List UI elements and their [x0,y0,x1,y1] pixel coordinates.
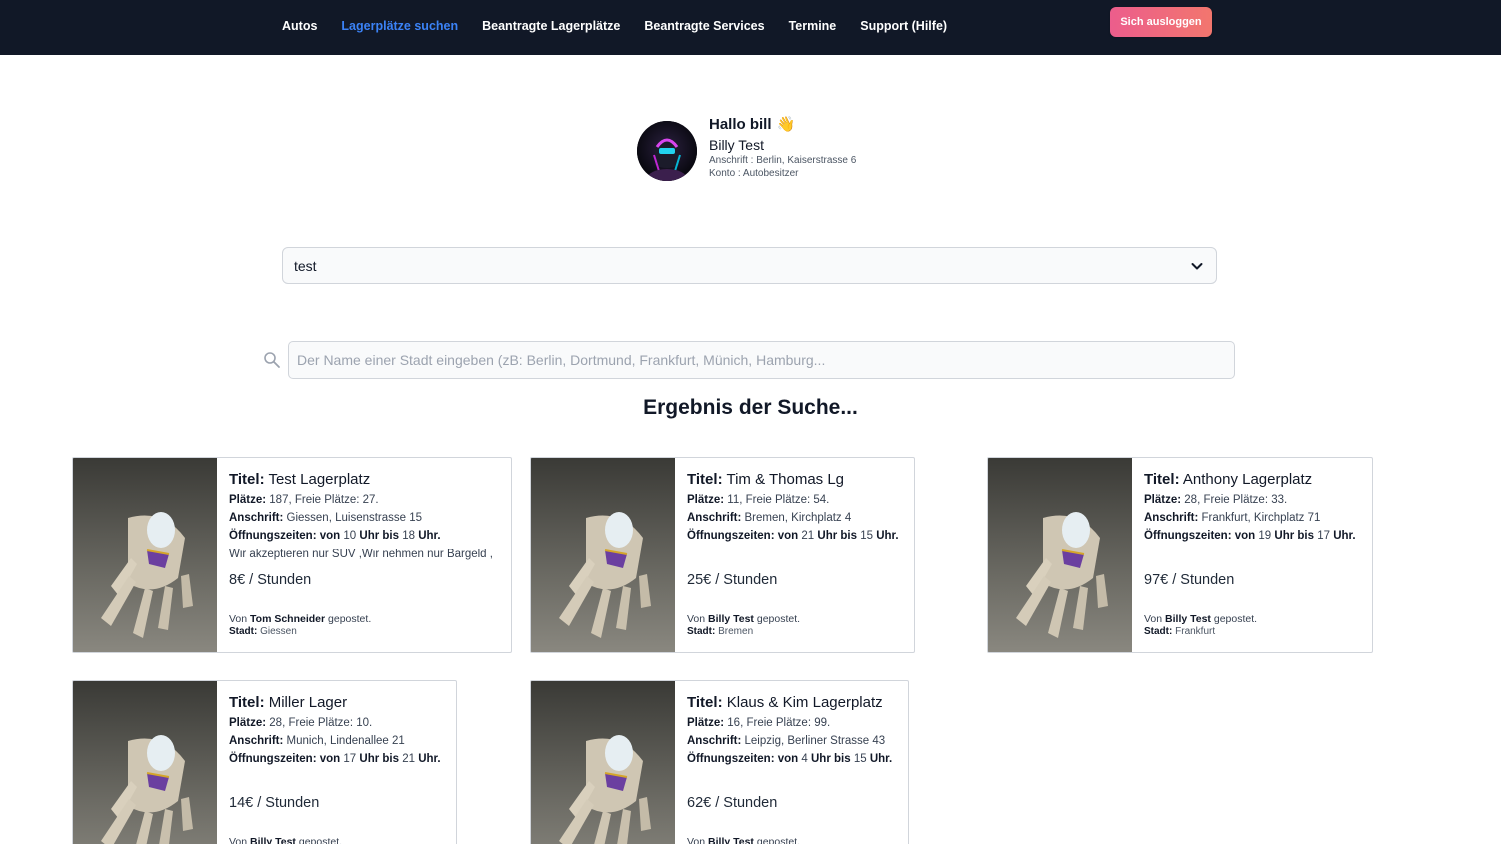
storage-image [531,458,675,652]
card-places: Plätze: 28, Freie Plätze: 10. [229,717,373,729]
card-body: Titel: Klaus & Kim Lagerplatz Plätze: 16… [687,694,900,765]
card-price: 14€ / Stunden [229,795,320,811]
card-hours: Öffnungszeiten: von 17 Uhr bis 21 Uhr. [229,753,441,765]
card-title: Titel: Miller Lager [229,694,348,711]
profile-account: Konto : Autobesitzer [709,168,799,179]
card-hours: Öffnungszeiten: von 19 Uhr bis 17 Uhr. [1144,530,1356,542]
nav-link-termine[interactable]: Termine [789,19,837,33]
card-places: Plätze: 28, Freie Plätze: 33. [1144,494,1288,506]
card-posted-by: Von Billy Test gepostet. [687,836,801,844]
card-address: Anschrift: Munich, Lindenallee 21 [229,735,405,747]
card-title: Titel: Tim & Thomas Lg [687,471,845,488]
card-places: Plätze: 16, Freie Plätze: 99. [687,717,831,729]
profile-text: Hallo bill 👋 Billy Test Anschrift : Berl… [709,115,949,180]
waving-hand-icon: 👋 [776,116,796,133]
top-navbar: Autos Lagerplätze suchen Beantragte Lage… [0,0,1501,55]
card-title: Titel: Klaus & Kim Lagerplatz [687,694,883,711]
greeting-text: Hallo bill [709,115,772,133]
card-hours: Öffnungszeiten: von 21 Uhr bis 15 Uhr. [687,530,899,542]
profile-name: Billy Test [709,137,764,153]
card-body: Titel: Anthony Lagerplatz Plätze: 28, Fr… [1144,471,1364,542]
storage-image [531,681,675,844]
storage-card[interactable]: Titel: Miller Lager Plätze: 28, Freie Pl… [72,680,457,844]
card-city: Stadt: Bremen [687,626,754,637]
card-posted-by: Von Tom Schneider gepostet. [229,613,372,625]
card-price: 8€ / Stunden [229,572,312,588]
storage-card[interactable]: Titel: Tim & Thomas Lg Plätze: 11, Freie… [530,457,915,653]
card-footer: Von Billy Test gepostet. [687,836,800,844]
card-posted-by: Von Billy Test gepostet. [229,836,343,844]
card-body: Titel: Miller Lager Plätze: 28, Freie Pl… [229,694,448,765]
card-price: 62€ / Stunden [687,795,778,811]
results-title: Ergebnis der Suche... [643,396,858,419]
card-hours: Öffnungszeiten: von 4 Uhr bis 15 Uhr. [687,753,893,765]
select-value: test [294,257,317,274]
profile-address: Anschrift : Berlin, Kaiserstrasse 6 [709,155,857,166]
nav-link-autos[interactable]: Autos [282,19,317,33]
card-footer: Von Billy Test gepostet. [229,836,342,844]
storage-card[interactable]: Titel: Klaus & Kim Lagerplatz Plätze: 16… [530,680,909,844]
logout-button[interactable]: Sich ausloggen [1110,7,1212,37]
card-city: Stadt: Frankfurt [1144,626,1216,637]
card-city: Stadt: Giessen [229,626,297,637]
storage-image [73,458,217,652]
card-title: Titel: Test Lagerplatz [229,471,371,488]
card-body: Titel: Test Lagerplatz Plätze: 187, Frei… [229,471,503,560]
nav-link-lagerplaetze-suchen[interactable]: Lagerplätze suchen [341,19,458,33]
nav-links: Autos Lagerplätze suchen Beantragte Lage… [282,0,971,52]
search-icon [264,352,280,368]
card-address: Anschrift: Bremen, Kirchplatz 4 [687,512,852,524]
card-hours: Öffnungszeiten: von 10 Uhr bis 18 Uhr. [229,530,441,542]
chevron-down-icon [1191,263,1203,270]
storage-select[interactable]: test [282,247,1217,284]
card-footer: Von Billy Test gepostet. Stadt: Frankfur… [1144,613,1257,637]
storage-image [988,458,1132,652]
card-address: Anschrift: Frankfurt, Kirchplatz 71 [1144,512,1321,524]
avatar [637,121,697,181]
card-places: Plätze: 11, Freie Plätze: 54. [687,494,830,506]
city-search-input[interactable] [288,341,1235,379]
storage-image [73,681,217,844]
card-price: 25€ / Stunden [687,572,778,588]
card-address: Anschrift: Giessen, Luisenstrasse 15 [229,512,423,524]
card-footer: Von Tom Schneider gepostet. Stadt: Giess… [229,613,371,637]
greeting: Hallo bill 👋 [709,115,949,134]
card-posted-by: Von Billy Test gepostet. [687,613,801,625]
card-price: 97€ / Stunden [1144,572,1235,588]
nav-link-beantragte-services[interactable]: Beantragte Services [644,19,764,33]
nav-link-support[interactable]: Support (Hilfe) [860,19,947,33]
card-title: Titel: Anthony Lagerplatz [1144,471,1313,488]
card-posted-by: Von Billy Test gepostet. [1144,613,1258,625]
nav-link-beantragte-lagerplaetze[interactable]: Beantragte Lagerplätze [482,19,620,33]
card-footer: Von Billy Test gepostet. Stadt: Bremen [687,613,800,637]
storage-card[interactable]: Titel: Anthony Lagerplatz Plätze: 28, Fr… [987,457,1373,653]
card-description: Wir akzeptieren nur SUV ,Wir nehmen nur … [229,549,493,560]
storage-card[interactable]: Titel: Test Lagerplatz Plätze: 187, Frei… [72,457,512,653]
card-body: Titel: Tim & Thomas Lg Plätze: 11, Freie… [687,471,906,542]
card-address: Anschrift: Leipzig, Berliner Strasse 43 [687,735,886,747]
card-places: Plätze: 187, Freie Plätze: 27. [229,494,379,506]
